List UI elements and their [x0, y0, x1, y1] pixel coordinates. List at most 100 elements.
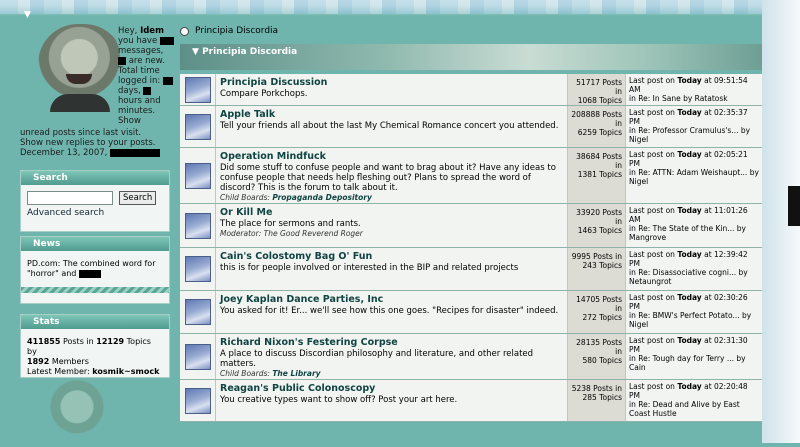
last-post-link[interactable]: in Re: BMW's Perfect Potato... by Nigel [629, 311, 751, 329]
members-label: Members [51, 357, 89, 366]
board-new-posts-icon[interactable] [184, 162, 211, 189]
search-button[interactable]: Search [119, 191, 157, 205]
posts-count: 51717 Posts in [576, 78, 622, 96]
board-info: Or Kill Me The place for sermons and ran… [216, 204, 568, 247]
breadcrumb: Principia Discordia [180, 26, 278, 36]
last-post-day: Today [677, 206, 702, 215]
board-name-link[interactable]: Or Kill Me [220, 207, 563, 219]
topics-count: 285 Topics [582, 393, 622, 402]
category-header[interactable]: ▼ Principia Discordia [180, 44, 762, 70]
last-post-day: Today [677, 336, 702, 345]
board-description: You creative types want to show off? Pos… [220, 395, 458, 405]
time-logged-text: Total time logged in: [118, 66, 161, 86]
last-post-day: Today [677, 382, 702, 391]
board-row: Joey Kaplan Dance Parties, Inc You asked… [180, 291, 762, 334]
board-name-link[interactable]: Cain's Colostomy Bag O' Fun [220, 251, 563, 263]
board-name-link[interactable]: Reagan's Public Colonoscopy [220, 383, 563, 395]
board-new-posts-icon[interactable] [184, 212, 211, 239]
unread-posts-link[interactable]: unread posts since last visit. [20, 128, 180, 138]
board-stats: 38684 Posts in 1381 Topics [568, 148, 626, 203]
greeting: Hey, [118, 26, 138, 36]
last-post-prefix: Last post on [629, 336, 675, 345]
board-new-posts-icon[interactable] [184, 299, 211, 325]
stats-panel-title: Stats [21, 315, 169, 329]
advanced-search-link[interactable]: Advanced search [21, 205, 169, 221]
scrollbar-thumb[interactable] [788, 186, 800, 226]
board-icon-cell [180, 248, 216, 290]
posts-count: 28135 Posts in [576, 338, 622, 356]
collapse-arrow-icon[interactable]: ▼ [24, 10, 31, 20]
board-info: Principia Discussion Compare Porkchops. [216, 74, 568, 105]
board-name-link[interactable]: Apple Talk [220, 109, 563, 121]
last-post-prefix: Last post on [629, 108, 675, 117]
new-replies-link[interactable]: Show new replies to your posts. [20, 138, 180, 148]
messages-link[interactable]: messages, [118, 46, 163, 56]
board-name-link[interactable]: Operation Mindfuck [220, 151, 563, 163]
board-description: Tell your friends all about the last My … [220, 121, 559, 131]
last-post-day: Today [677, 250, 702, 259]
latest-member-link[interactable]: kosmik~smock [92, 367, 159, 376]
last-post: Last post on Today at 09:51:54 AM in Re: … [626, 74, 762, 105]
last-post-link[interactable]: in Re: Disassociative cogni... by Netaun… [629, 268, 748, 286]
user-avatar [38, 24, 124, 112]
posts-count: 33920 Posts in [576, 208, 622, 226]
board-new-posts-icon[interactable] [184, 387, 211, 414]
moderator-link[interactable]: The Good Reverend Roger [264, 229, 363, 238]
latest-member-label: Latest Member: [27, 367, 90, 376]
board-stats: 14705 Posts in 272 Topics [568, 291, 626, 333]
breadcrumb-link[interactable]: Principia Discordia [195, 26, 278, 36]
last-post: Last post on Today at 02:35:37 PM in Re: … [626, 106, 762, 147]
show-link[interactable]: Show [118, 116, 141, 126]
search-panel-title: Search [21, 171, 169, 185]
board-stats: 208888 Posts in 6259 Topics [568, 106, 626, 147]
board-icon-cell [180, 204, 216, 247]
collapse-category-icon[interactable]: ▼ [192, 47, 199, 57]
search-input[interactable] [27, 191, 113, 205]
board-icon-cell [180, 74, 216, 105]
board-row: Principia Discussion Compare Porkchops. … [180, 74, 762, 106]
last-post-link[interactable]: in Re: The State of the Kin... by Mangro… [629, 224, 746, 242]
board-description: Did some stuff to confuse people and wan… [220, 163, 556, 193]
board-name-link[interactable]: Joey Kaplan Dance Parties, Inc [220, 294, 563, 306]
last-post: Last post on Today at 02:30:26 PM in Re: … [626, 291, 762, 333]
redaction [110, 148, 161, 157]
board-info: Cain's Colostomy Bag O' Fun this is for … [216, 248, 568, 290]
posts-count: 38684 Posts in [576, 152, 622, 170]
search-row: Search [21, 185, 169, 205]
welcome-text: Hey, Idem you have messages, are new. To… [118, 26, 174, 126]
username: Idem [140, 26, 164, 36]
board-stats: 33920 Posts in 1463 Topics [568, 204, 626, 247]
last-post-link[interactable]: in Re: Dead and Alive by East Coast Hust… [629, 400, 740, 418]
avatar-body [50, 94, 110, 112]
topics-count: 6259 Topics [577, 128, 622, 137]
last-post-link[interactable]: in Re: In Sane by Ratatosk [629, 94, 728, 103]
new-text: are new. [128, 56, 165, 66]
last-post-prefix: Last post on [629, 206, 675, 215]
board-icon-cell [180, 380, 216, 421]
days-text: days, [118, 86, 141, 96]
board-new-posts-icon[interactable] [184, 113, 211, 140]
board-name-link[interactable]: Richard Nixon's Festering Corpse [220, 337, 563, 349]
last-post: Last post on Today at 11:01:26 AM in Re: … [626, 204, 762, 247]
board-name-link[interactable]: Principia Discussion [220, 77, 563, 89]
board-stats: 51717 Posts in 1068 Topics [568, 74, 626, 105]
posts-count: 208888 Posts in [571, 110, 622, 128]
panel-divider [21, 287, 169, 293]
board-info: Operation Mindfuck Did some stuff to con… [216, 148, 568, 203]
last-post-link[interactable]: in Re: ATTN: Adam Weishaupt... by Nigel [629, 168, 759, 186]
board-new-posts-icon[interactable] [184, 343, 211, 370]
child-board-link[interactable]: The Library [272, 369, 320, 378]
moderator-label: Moderator: [220, 229, 262, 238]
news-panel: News PD.com: The combined word for "horr… [20, 236, 170, 304]
board-row: Apple Talk Tell your friends all about t… [180, 106, 762, 148]
board-new-posts-icon[interactable] [184, 256, 211, 282]
last-post-link[interactable]: in Re: Professor Cramulus's... by Nigel [629, 126, 750, 144]
board-new-posts-icon[interactable] [184, 76, 211, 103]
topics-count: 1463 Topics [577, 226, 622, 235]
child-board-link[interactable]: Propaganda Depository [272, 193, 372, 202]
board-row: Cain's Colostomy Bag O' Fun this is for … [180, 248, 762, 291]
last-post-prefix: Last post on [629, 76, 675, 85]
board-stats: 9995 Posts in 243 Topics [568, 248, 626, 290]
last-post-day: Today [677, 108, 702, 117]
last-post-link[interactable]: in Re: Tough day for Terry ... by Cain [629, 354, 746, 372]
